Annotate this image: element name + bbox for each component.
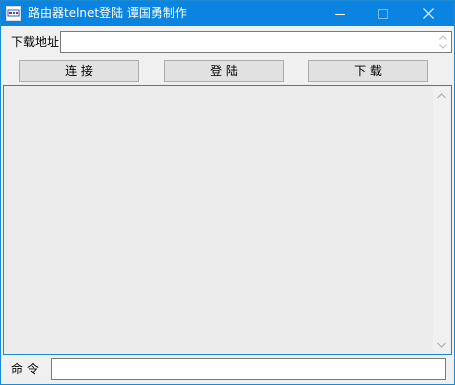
url-spin-control[interactable] xyxy=(435,32,451,52)
maximize-button[interactable] xyxy=(363,1,403,26)
app-window: 路由器telnet登陆 谭国勇制作 下载地址 连 接 登 陆 下 载 命 令 xyxy=(0,0,455,385)
url-field[interactable] xyxy=(60,31,452,53)
url-label: 下载地址 xyxy=(11,35,60,49)
output-console[interactable] xyxy=(3,85,452,355)
connect-button[interactable]: 连 接 xyxy=(19,60,139,82)
command-label: 命 令 xyxy=(11,362,39,376)
output-scrollbar[interactable] xyxy=(433,87,450,353)
chevron-down-icon xyxy=(439,44,447,49)
maximize-icon xyxy=(378,8,388,19)
minimize-icon xyxy=(335,13,345,15)
app-icon xyxy=(6,6,21,21)
window-title: 路由器telnet登陆 谭国勇制作 xyxy=(28,6,187,20)
title-bar[interactable]: 路由器telnet登陆 谭国勇制作 xyxy=(1,1,454,26)
url-input[interactable] xyxy=(63,34,433,50)
login-button[interactable]: 登 陆 xyxy=(164,60,284,82)
minimize-button[interactable] xyxy=(320,1,360,26)
close-button[interactable] xyxy=(408,1,448,26)
scroll-down-icon[interactable] xyxy=(437,342,446,348)
command-input[interactable] xyxy=(51,358,446,380)
close-icon xyxy=(422,8,434,19)
download-button[interactable]: 下 载 xyxy=(308,60,428,82)
scroll-up-icon[interactable] xyxy=(437,93,446,99)
chevron-up-icon xyxy=(439,35,447,40)
